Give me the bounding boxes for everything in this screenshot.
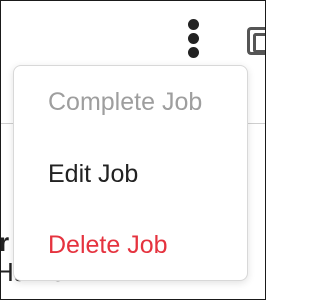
more-vert-icon-dot — [188, 47, 199, 58]
more-vert-icon — [188, 19, 199, 30]
job-actions-menu: Complete Job Edit Job Delete Job — [13, 65, 248, 281]
more-vert-icon-dot — [188, 33, 199, 44]
partial-corner-icon[interactable] — [247, 27, 265, 55]
background-text-line1: r — [0, 227, 10, 257]
menu-item-delete-job[interactable]: Delete Job — [48, 230, 168, 260]
menu-item-edit-job[interactable]: Edit Job — [48, 159, 138, 189]
screen-frame: r Harris Complete Job Edit Job Delete Jo… — [0, 0, 266, 300]
menu-item-complete-job: Complete Job — [48, 88, 203, 116]
more-options-button[interactable] — [183, 19, 205, 61]
